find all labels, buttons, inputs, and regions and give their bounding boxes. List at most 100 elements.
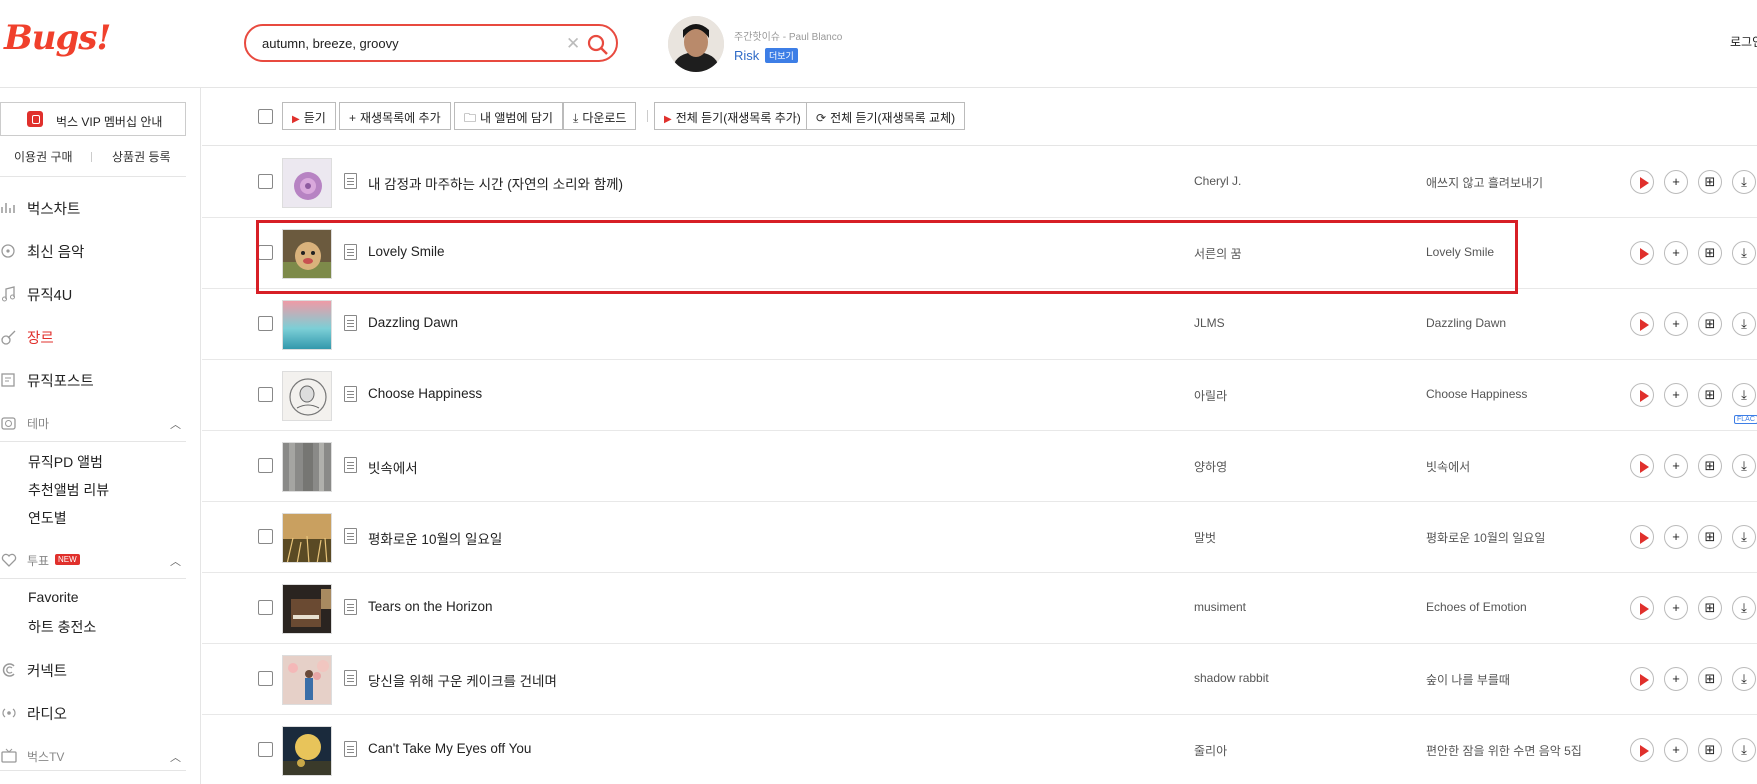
- add-icon[interactable]: +: [1664, 667, 1688, 691]
- play-all-add-button[interactable]: ▶ 전체 듣기(재생목록 추가): [654, 102, 811, 130]
- track-artist[interactable]: 말벗: [1194, 529, 1216, 546]
- chevron-up-icon[interactable]: ︿: [170, 416, 181, 432]
- vote-item-heart-charge[interactable]: 하트 충전소: [28, 617, 96, 637]
- add-to-album-icon[interactable]: ⊞: [1698, 170, 1722, 194]
- select-all-checkbox[interactable]: [258, 109, 273, 124]
- sidebar-section-vote[interactable]: 투표 NEW ︿: [0, 548, 186, 572]
- track-artist[interactable]: musiment: [1194, 600, 1246, 614]
- vip-membership-button[interactable]: 벅스 VIP 멤버십 안내: [0, 102, 186, 136]
- search-input[interactable]: autumn, breeze, groovy: [262, 36, 399, 51]
- add-to-album-icon[interactable]: ⊞: [1698, 596, 1722, 620]
- album-thumbnail[interactable]: [282, 726, 332, 776]
- track-row[interactable]: Can't Take My Eyes off You 줄리아 편안한 잠을 위한 수…: [202, 715, 1757, 784]
- add-icon[interactable]: +: [1664, 170, 1688, 194]
- sidebar-item-music4u[interactable]: 뮤직4U: [0, 282, 186, 306]
- track-row[interactable]: 내 감정과 마주하는 시간 (자연의 소리와 함께) Cheryl J. 애쓰지 않…: [202, 147, 1757, 218]
- sidebar-section-tv[interactable]: 벅스TV ︿: [0, 744, 186, 768]
- play-all-replace-button[interactable]: ⟳ 전체 듣기(재생목록 교체): [806, 102, 966, 130]
- download-icon[interactable]: ⤓: [1732, 383, 1756, 407]
- download-button[interactable]: ⤓ 다운로드: [563, 102, 637, 130]
- listen-button[interactable]: ▶ 듣기: [282, 102, 336, 130]
- add-to-album-icon[interactable]: ⊞: [1698, 383, 1722, 407]
- track-artist[interactable]: 서른의 꿈: [1194, 245, 1242, 262]
- track-title[interactable]: 내 감정과 마주하는 시간 (자연의 소리와 함께): [368, 173, 623, 193]
- download-icon[interactable]: ⤓: [1732, 454, 1756, 478]
- sidebar-section-theme[interactable]: 테마 ︿: [0, 411, 186, 435]
- track-album[interactable]: Lovely Smile: [1426, 245, 1494, 259]
- login-link[interactable]: 로그인: [1730, 33, 1757, 50]
- track-title[interactable]: 빗속에서: [368, 457, 418, 477]
- play-icon[interactable]: [1630, 454, 1654, 478]
- theme-item-review[interactable]: 추천앨범 리뷰: [28, 480, 109, 500]
- download-icon[interactable]: ⤓: [1732, 525, 1756, 549]
- add-to-album-icon[interactable]: ⊞: [1698, 241, 1722, 265]
- vote-item-favorite[interactable]: Favorite: [28, 589, 79, 605]
- album-thumbnail[interactable]: [282, 442, 332, 492]
- track-album[interactable]: 숲이 나를 부를때: [1426, 671, 1510, 688]
- buy-ticket-link[interactable]: 이용권 구매: [14, 148, 73, 165]
- register-voucher-link[interactable]: 상품권 등록: [112, 148, 171, 165]
- add-to-album-button[interactable]: 🗀 내 앨범에 담기: [454, 102, 563, 130]
- track-checkbox[interactable]: [258, 529, 273, 544]
- lyrics-icon[interactable]: [344, 315, 357, 331]
- album-thumbnail[interactable]: [282, 655, 332, 705]
- track-title[interactable]: 당신을 위해 구운 케이크를 건네며: [368, 670, 557, 690]
- play-icon[interactable]: [1630, 596, 1654, 620]
- sidebar-item-latest[interactable]: 최신 음악: [0, 239, 186, 263]
- play-icon[interactable]: [1630, 312, 1654, 336]
- track-artist[interactable]: 줄리아: [1194, 742, 1227, 759]
- album-thumbnail[interactable]: [282, 371, 332, 421]
- album-thumbnail[interactable]: [282, 229, 332, 279]
- more-badge[interactable]: 더보기: [765, 48, 798, 63]
- track-title[interactable]: Dazzling Dawn: [368, 315, 458, 330]
- sidebar-item-connect[interactable]: 커넥트: [0, 658, 186, 682]
- lyrics-icon[interactable]: [344, 173, 357, 189]
- track-checkbox[interactable]: [258, 316, 273, 331]
- add-icon[interactable]: +: [1664, 312, 1688, 336]
- album-thumbnail[interactable]: [282, 584, 332, 634]
- chevron-up-icon[interactable]: ︿: [170, 749, 181, 765]
- track-checkbox[interactable]: [258, 671, 273, 686]
- download-icon[interactable]: ⤓: [1732, 738, 1756, 762]
- track-album[interactable]: 평화로운 10월의 일요일: [1426, 529, 1545, 546]
- album-thumbnail[interactable]: [282, 513, 332, 563]
- add-icon[interactable]: +: [1664, 454, 1688, 478]
- track-album[interactable]: Dazzling Dawn: [1426, 316, 1506, 330]
- sidebar-item-musicpost[interactable]: 뮤직포스트: [0, 368, 186, 392]
- news-title-link[interactable]: Risk: [734, 48, 759, 63]
- search-box[interactable]: autumn, breeze, groovy ✕: [244, 24, 618, 62]
- add-to-album-icon[interactable]: ⊞: [1698, 525, 1722, 549]
- lyrics-icon[interactable]: [344, 670, 357, 686]
- add-icon[interactable]: +: [1664, 596, 1688, 620]
- add-to-playlist-button[interactable]: + 재생목록에 추가: [339, 102, 451, 130]
- add-icon[interactable]: +: [1664, 738, 1688, 762]
- search-icon[interactable]: [586, 33, 610, 55]
- add-to-album-icon[interactable]: ⊞: [1698, 454, 1722, 478]
- bugs-logo[interactable]: Bugs!: [4, 18, 111, 58]
- track-row[interactable]: Tears on the Horizon musiment Echoes of Em…: [202, 573, 1757, 644]
- lyrics-icon[interactable]: [344, 244, 357, 260]
- track-title[interactable]: Can't Take My Eyes off You: [368, 741, 531, 756]
- play-icon[interactable]: [1630, 383, 1654, 407]
- track-artist[interactable]: shadow rabbit: [1194, 671, 1269, 685]
- track-title[interactable]: Tears on the Horizon: [368, 599, 493, 614]
- track-row[interactable]: 당신을 위해 구운 케이크를 건네며 shadow rabbit 숲이 나를 부를때…: [202, 644, 1757, 715]
- track-title[interactable]: Choose Happiness: [368, 386, 482, 401]
- play-icon[interactable]: [1630, 170, 1654, 194]
- lyrics-icon[interactable]: [344, 528, 357, 544]
- album-thumbnail[interactable]: [282, 158, 332, 208]
- track-album[interactable]: 애쓰지 않고 흘려보내기: [1426, 174, 1543, 191]
- album-thumbnail[interactable]: [282, 300, 332, 350]
- sidebar-item-radio[interactable]: 라디오: [0, 701, 186, 725]
- theme-item-pd-album[interactable]: 뮤직PD 앨범: [28, 452, 103, 472]
- download-icon[interactable]: ⤓: [1732, 170, 1756, 194]
- add-icon[interactable]: +: [1664, 241, 1688, 265]
- track-artist[interactable]: Cheryl J.: [1194, 174, 1241, 188]
- play-icon[interactable]: [1630, 241, 1654, 265]
- download-icon[interactable]: ⤓: [1732, 241, 1756, 265]
- track-checkbox[interactable]: [258, 387, 273, 402]
- add-to-album-icon[interactable]: ⊞: [1698, 312, 1722, 336]
- track-checkbox[interactable]: [258, 600, 273, 615]
- track-album[interactable]: 편안한 잠을 위한 수면 음악 5집: [1426, 742, 1582, 759]
- track-checkbox[interactable]: [258, 742, 273, 757]
